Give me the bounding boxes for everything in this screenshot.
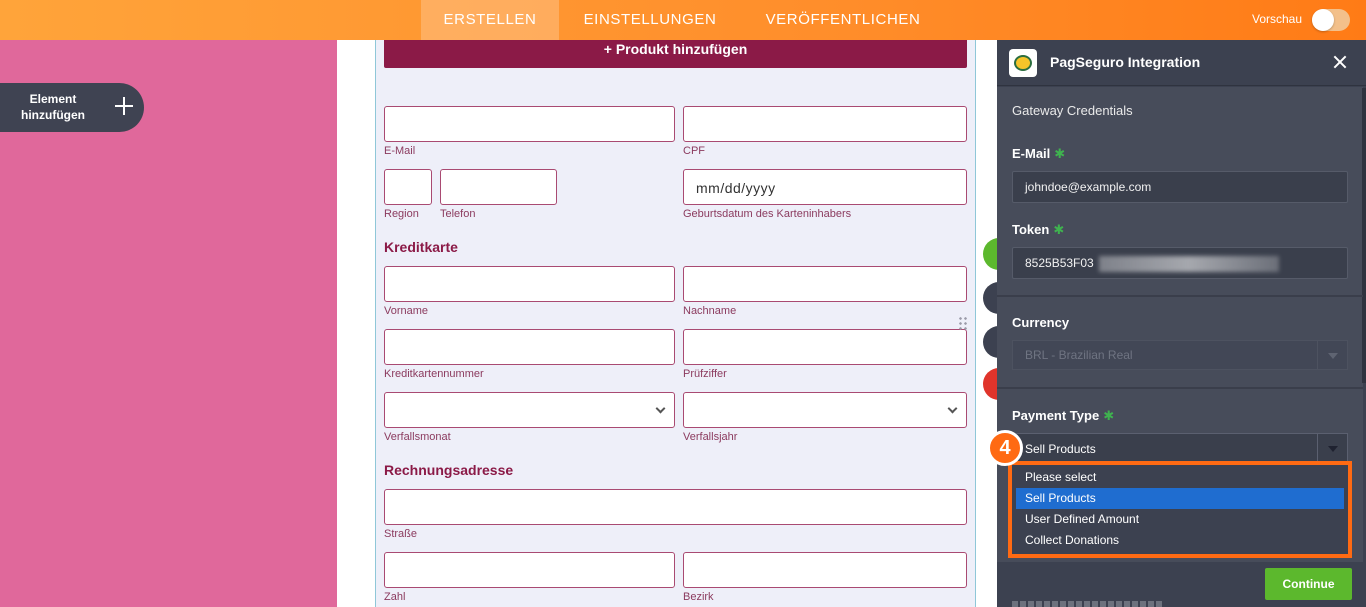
payment-type-value: Sell Products — [1025, 442, 1096, 456]
panel-token-label: Token — [1012, 222, 1050, 237]
step-number-badge: 4 — [987, 430, 1023, 466]
email-value: johndoe@example.com — [1025, 180, 1152, 194]
email-label: E-Mail ✱ — [1012, 146, 1065, 162]
street-label: Straße — [384, 528, 418, 540]
exp-year-select[interactable] — [683, 392, 967, 428]
panel-header: PagSeguro Integration — [997, 40, 1366, 86]
street-field[interactable] — [384, 489, 967, 525]
exp-year-label: Verfallsjahr — [683, 431, 738, 443]
payment-type-label-text: Payment Type — [1012, 408, 1100, 423]
add-element-label: Element hinzufügen — [21, 92, 85, 122]
email-label: E-Mail — [384, 145, 416, 157]
credit-card-heading: Kreditkarte — [384, 239, 458, 255]
truncated-section-text — [1012, 601, 1162, 607]
currency-select: BRL - Brazilian Real — [1012, 340, 1348, 370]
top-navigation-bar: ERSTELLEN EINSTELLUNGEN VERÖFFENTLICHEN … — [0, 0, 1366, 40]
exp-month-label: Verfallsmonat — [384, 431, 451, 443]
payment-type-label: Payment Type ✱ — [1012, 408, 1114, 424]
required-star-icon: ✱ — [1053, 222, 1065, 237]
number-field[interactable] — [384, 552, 675, 588]
chevron-down-icon — [655, 403, 666, 414]
token-value: 8525B53F03 — [1025, 256, 1094, 270]
card-number-field[interactable] — [384, 329, 675, 365]
plus-icon — [113, 95, 135, 117]
continue-button[interactable]: Continue — [1265, 568, 1352, 600]
option-sell-products[interactable]: Sell Products — [1016, 488, 1344, 509]
drag-handle-icon[interactable] — [958, 316, 968, 332]
exp-month-select[interactable] — [384, 392, 675, 428]
close-icon[interactable] — [1333, 55, 1347, 69]
panel-title: PagSeguro Integration — [1050, 54, 1201, 70]
cvv-field[interactable] — [683, 329, 967, 365]
panel-email-label: E-Mail — [1012, 146, 1051, 161]
token-label: Token ✱ — [1012, 222, 1064, 238]
caret-down-icon — [1328, 353, 1338, 359]
payment-type-select[interactable]: Sell Products — [1012, 433, 1348, 463]
preview-toggle[interactable] — [1312, 9, 1350, 31]
caret-down-icon — [1328, 446, 1338, 452]
preview-label: Vorschau — [1252, 12, 1303, 26]
district-label: Bezirk — [683, 591, 714, 603]
panel-token-input[interactable]: 8525B53F03 — [1012, 247, 1348, 279]
cpf-label: CPF — [683, 145, 705, 157]
token-blur — [1099, 256, 1279, 272]
number-label: Zahl — [384, 591, 406, 603]
firstname-label: Vorname — [384, 305, 429, 317]
phone-label: Telefon — [440, 208, 476, 220]
email-field[interactable] — [384, 106, 675, 142]
district-field[interactable] — [683, 552, 967, 588]
region-field[interactable] — [384, 169, 432, 205]
option-please-select[interactable]: Please select — [1016, 467, 1344, 488]
lastname-label: Nachname — [683, 305, 737, 317]
region-label: Region — [384, 208, 419, 220]
currency-value: BRL - Brazilian Real — [1025, 348, 1133, 362]
pagseguro-logo-icon — [1009, 49, 1037, 77]
cpf-field[interactable] — [683, 106, 967, 142]
cvv-label: Prüfziffer — [683, 368, 727, 380]
gateway-credentials-heading: Gateway Credentials — [1012, 103, 1133, 118]
tab-settings[interactable]: EINSTELLUNGEN — [570, 0, 730, 40]
currency-label: Currency — [1012, 315, 1070, 330]
billing-address-heading: Rechnungsadresse — [384, 462, 514, 478]
lastname-field[interactable] — [683, 266, 967, 302]
card-number-label: Kreditkartennummer — [384, 368, 484, 380]
birthdate-field[interactable]: mm/dd/yyyy — [683, 169, 967, 205]
tab-publish[interactable]: VERÖFFENTLICHEN — [750, 0, 936, 40]
toggle-knob — [1312, 9, 1334, 31]
payment-type-dropdown: Please select Sell Products User Defined… — [1008, 461, 1352, 558]
divider — [997, 295, 1363, 297]
panel-email-input[interactable]: johndoe@example.com — [1012, 171, 1348, 203]
chevron-down-icon — [947, 403, 958, 414]
add-element-button[interactable]: Element hinzufügen — [0, 83, 144, 132]
birthdate-placeholder: mm/dd/yyyy — [696, 180, 776, 196]
required-star-icon: ✱ — [1103, 408, 1115, 423]
tab-create[interactable]: ERSTELLEN — [421, 0, 559, 40]
add-product-button[interactable]: + Produkt hinzufügen — [384, 40, 967, 68]
option-user-defined-amount[interactable]: User Defined Amount — [1016, 509, 1344, 530]
required-star-icon: ✱ — [1054, 146, 1066, 161]
birthdate-label: Geburtsdatum des Karteninhabers — [683, 208, 852, 220]
firstname-field[interactable] — [384, 266, 675, 302]
option-collect-donations[interactable]: Collect Donations — [1016, 530, 1344, 551]
divider — [997, 387, 1363, 389]
phone-field[interactable] — [440, 169, 557, 205]
panel-scrollbar[interactable] — [1362, 88, 1366, 383]
